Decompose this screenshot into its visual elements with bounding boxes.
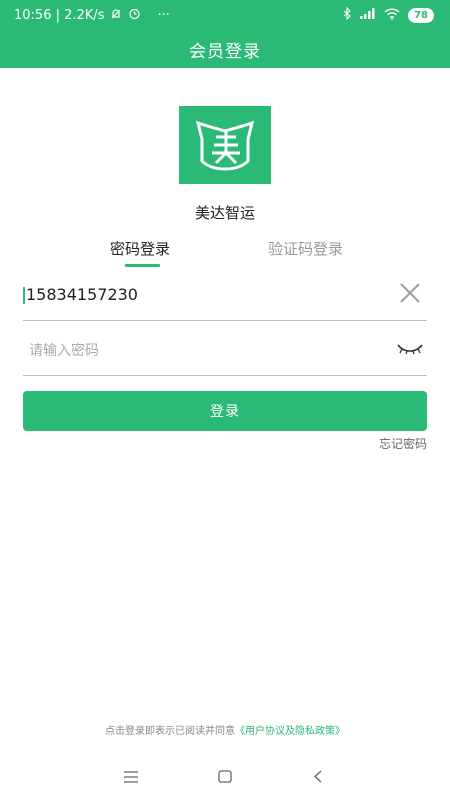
phone-input[interactable]: 15834157230 [23,285,138,304]
password-field[interactable]: 请输入密码 [23,328,427,376]
status-bar: 10:56 | 2.2K/s ··· 78 [0,0,450,30]
app-logo [179,106,271,184]
title-bar: 会员登录 [0,30,450,68]
tab-code-login[interactable]: 验证码登录 [268,238,343,259]
tab-password-login[interactable]: 密码登录 [110,238,170,259]
status-time: 10:56 | 2.2K/s [14,8,105,23]
battery-icon: 78 [408,8,434,23]
signal-icon [360,8,376,23]
eye-closed-icon[interactable] [397,340,423,355]
clear-icon[interactable] [399,282,421,304]
agreement-link[interactable]: 《用户协议及隐私政策》 [235,726,345,737]
menu-icon[interactable] [124,768,138,787]
bluetooth-icon [343,6,352,24]
back-icon[interactable] [313,768,323,787]
agreement-text: 点击登录即表示已阅读并同意《用户协议及隐私政策》 [0,722,450,737]
wifi-icon [384,7,400,24]
password-input[interactable]: 请输入密码 [29,340,99,360]
alarm-off-icon [110,8,122,24]
agreement-prefix: 点击登录即表示已阅读并同意 [105,726,235,737]
active-tab-indicator [125,264,160,267]
phone-value: 15834157230 [26,285,138,304]
home-icon[interactable] [218,768,232,787]
alarm-clock-icon [128,7,141,24]
app-name: 美达智运 [194,204,255,222]
page-title: 会员登录 [189,41,261,62]
app-logo-icon [195,120,255,171]
more-notifications-icon: ··· [157,8,170,23]
login-button[interactable]: 登录 [23,391,427,431]
phone-field[interactable]: 15834157230 [23,272,427,321]
forgot-password-link[interactable]: 忘记密码 [379,435,427,452]
text-cursor [23,287,25,304]
